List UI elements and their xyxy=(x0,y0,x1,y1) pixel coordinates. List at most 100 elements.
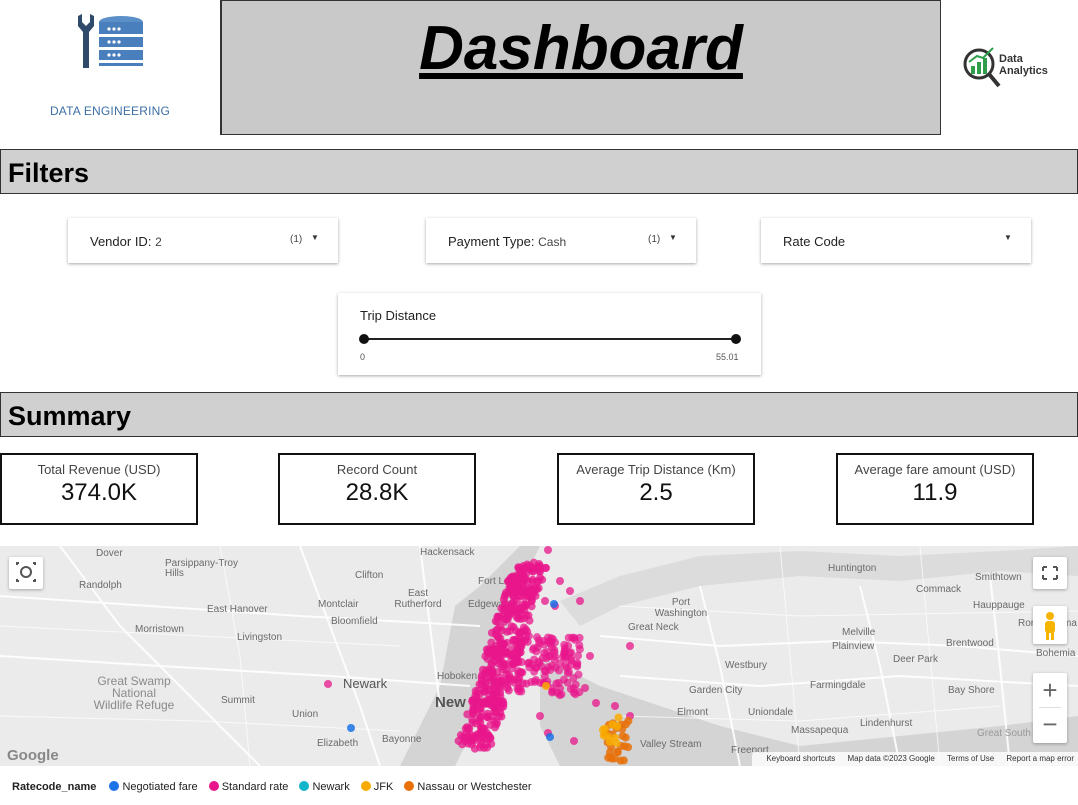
trip-point xyxy=(497,712,506,721)
legend-item-newark[interactable]: Newark xyxy=(299,781,350,793)
trip-point xyxy=(512,636,521,645)
trip-point xyxy=(560,647,569,656)
street-view-pegman-icon[interactable] xyxy=(1033,606,1067,644)
legend-item-standard-rate[interactable]: Standard rate xyxy=(208,781,289,793)
chevron-down-icon[interactable]: ▼ xyxy=(311,233,319,242)
vendor-id-filter[interactable]: Vendor ID: 2 (1) ▼ xyxy=(68,218,338,263)
payment-type-label-text: Payment Type xyxy=(448,234,531,249)
slider-min-value: 0 xyxy=(360,352,366,362)
vendor-id-label-text: Vendor ID xyxy=(90,234,148,249)
trip-point xyxy=(469,705,478,714)
trip-point xyxy=(480,743,489,752)
legend-dot xyxy=(360,781,371,791)
trip-point xyxy=(571,680,580,689)
trip-point xyxy=(613,722,622,731)
legend-label: Newark xyxy=(312,781,350,793)
trip-point xyxy=(525,616,534,625)
trip-point xyxy=(620,742,629,751)
zoom-in-button[interactable]: + xyxy=(1033,673,1067,707)
legend-dot xyxy=(109,781,120,791)
title-banner: Dashboard xyxy=(221,0,941,135)
trip-point xyxy=(490,683,499,692)
zoom-out-button[interactable]: − xyxy=(1033,708,1067,742)
vendor-id-value: 2 xyxy=(155,235,162,249)
vendor-id-count: (1) xyxy=(290,234,303,245)
kpi-value: 374.0K xyxy=(60,479,138,506)
trip-point xyxy=(468,697,477,706)
trip-point xyxy=(465,724,474,733)
trip-point xyxy=(497,697,506,706)
trip-point xyxy=(550,600,558,608)
report-map-error-link[interactable]: Report a map error xyxy=(1006,754,1074,763)
trip-point xyxy=(546,665,555,674)
kpi-total-revenue: Total Revenue (USD) 374.0K xyxy=(0,453,198,525)
trip-point xyxy=(568,633,577,642)
trip-point xyxy=(539,636,548,645)
trip-point xyxy=(592,699,600,707)
trip-point xyxy=(611,702,619,710)
kpi-label: Record Count xyxy=(336,462,418,477)
trip-point xyxy=(487,658,496,667)
page-title: Dashboard xyxy=(419,14,743,83)
trip-point xyxy=(600,724,609,733)
kpi-value: 2.5 xyxy=(639,479,673,506)
legend-title: Ratecode_name xyxy=(12,781,97,793)
trip-point xyxy=(507,599,516,608)
right-logo-text: Data Analytics xyxy=(999,53,1048,77)
slider-max-handle[interactable] xyxy=(731,334,741,344)
legend-label: JFK xyxy=(373,781,394,793)
legend-label: Standard rate xyxy=(221,781,289,793)
trip-point xyxy=(523,560,532,569)
payment-type-filter[interactable]: Payment Type: Cash (1) ▼ xyxy=(426,218,696,263)
trip-point xyxy=(536,562,544,570)
trip-distance-label: Trip Distance xyxy=(360,308,437,323)
payment-type-label: Payment Type: Cash xyxy=(448,234,567,249)
kpi-average-trip-distance: Average Trip Distance (Km) 2.5 xyxy=(557,453,755,525)
legend-dot xyxy=(404,781,415,791)
terms-of-use-link[interactable]: Terms of Use xyxy=(947,754,994,763)
location-pin-icon[interactable] xyxy=(9,557,43,589)
trip-point xyxy=(626,642,634,650)
trip-point xyxy=(614,713,623,722)
trip-distance-filter: Trip Distance 0 55.01 xyxy=(338,293,761,375)
legend-label: Negotiated fare xyxy=(122,781,198,793)
trip-point xyxy=(529,644,538,653)
slider-max-value: 55.01 xyxy=(716,352,739,362)
trip-point xyxy=(556,659,565,668)
slider-min-handle[interactable] xyxy=(359,334,369,344)
trip-points-layer xyxy=(324,546,634,765)
slider-track[interactable] xyxy=(364,338,736,340)
trip-map[interactable]: Dover Parsippany-Troy Hills Randolph Hac… xyxy=(0,546,1078,766)
map-legend: Ratecode_name Negotiated fare Standard r… xyxy=(12,781,540,797)
trip-point xyxy=(616,756,625,765)
rate-code-filter[interactable]: Rate Code ▼ xyxy=(761,218,1031,263)
data-engineering-logo: DATA ENGINEERING xyxy=(0,0,221,135)
kpi-label: Average fare amount (USD) xyxy=(854,462,1016,477)
chevron-down-icon[interactable]: ▼ xyxy=(669,233,677,242)
trip-point xyxy=(606,737,615,746)
google-logo[interactable]: Google xyxy=(7,747,59,764)
vendor-id-label: Vendor ID: 2 xyxy=(90,234,162,249)
keyboard-shortcuts-link[interactable]: Keyboard shortcuts xyxy=(766,754,835,763)
trip-point xyxy=(556,577,564,585)
left-logo-caption: DATA ENGINEERING xyxy=(49,104,171,118)
chevron-down-icon[interactable]: ▼ xyxy=(1004,233,1012,242)
trip-point xyxy=(500,639,509,648)
legend-item-nassau-westchester[interactable]: Nassau or Westchester xyxy=(404,781,532,793)
trip-point xyxy=(495,648,504,657)
trip-point xyxy=(523,588,532,597)
kpi-label: Average Trip Distance (Km) xyxy=(576,462,736,477)
trip-point xyxy=(581,684,589,692)
trip-point xyxy=(461,737,470,746)
trip-point xyxy=(494,632,503,641)
trip-point xyxy=(500,592,509,601)
legend-item-negotiated-fare[interactable]: Negotiated fare xyxy=(109,781,198,793)
trip-point xyxy=(586,652,594,660)
kpi-record-count: Record Count 28.8K xyxy=(278,453,476,525)
legend-item-jfk[interactable]: JFK xyxy=(360,781,394,793)
trip-point xyxy=(563,669,572,678)
trip-point xyxy=(525,658,534,667)
trip-point xyxy=(527,597,536,606)
trip-point xyxy=(502,614,511,623)
fullscreen-icon[interactable] xyxy=(1033,557,1067,589)
